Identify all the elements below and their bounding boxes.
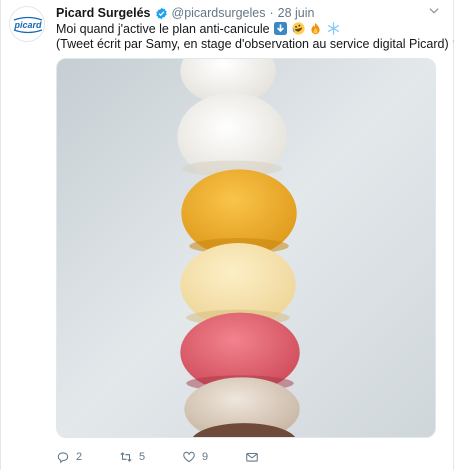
tweet-text-line-1: Moi quand j'active le plan anti-canicule — [56, 21, 439, 37]
snowflake-emoji-icon — [327, 22, 340, 35]
tweet-text-line-2: (Tweet écrit par Samy, en stage d'observ… — [56, 36, 454, 52]
rofl-emoji-icon — [292, 22, 305, 35]
retweet-button[interactable]: 5 — [119, 450, 182, 464]
reply-icon — [57, 452, 69, 464]
tweet-actions: 2 5 9 — [56, 449, 276, 465]
tweet-text-2: (Tweet écrit par Samy, en stage d'observ… — [56, 37, 449, 51]
ice-cream-stack-image — [57, 59, 435, 437]
like-button[interactable]: 9 — [182, 450, 245, 464]
header-separator: · — [269, 6, 274, 20]
author-handle[interactable]: @picardsurgeles — [172, 6, 266, 20]
picard-logo-icon: picard — [10, 7, 44, 41]
tweet-header: Picard Surgelés @picardsurgeles · 28 jui… — [56, 4, 423, 22]
reply-count: 2 — [76, 451, 83, 463]
avatar-logo-text: picard — [13, 20, 42, 30]
mail-icon — [246, 452, 258, 462]
retweet-count: 5 — [139, 451, 146, 463]
fire-emoji-icon — [309, 22, 322, 35]
retweet-icon — [120, 452, 132, 462]
tweet-text-1: Moi quand j'active le plan anti-canicule — [56, 22, 270, 36]
verified-badge-icon — [155, 7, 168, 20]
tweet-image[interactable] — [56, 58, 436, 438]
avatar[interactable]: picard — [9, 6, 45, 42]
author-name[interactable]: Picard Surgelés — [56, 6, 151, 20]
reply-button[interactable]: 2 — [56, 450, 119, 464]
like-count: 9 — [202, 451, 209, 463]
down-arrow-emoji-icon — [274, 22, 288, 35]
heart-icon — [183, 451, 195, 463]
direct-message-button[interactable] — [245, 450, 259, 464]
chevron-down-icon[interactable] — [427, 4, 441, 18]
tweet-date[interactable]: 28 juin — [278, 6, 315, 20]
tweet: picard Picard Surgelés @picardsurgeles ·… — [0, 0, 454, 470]
